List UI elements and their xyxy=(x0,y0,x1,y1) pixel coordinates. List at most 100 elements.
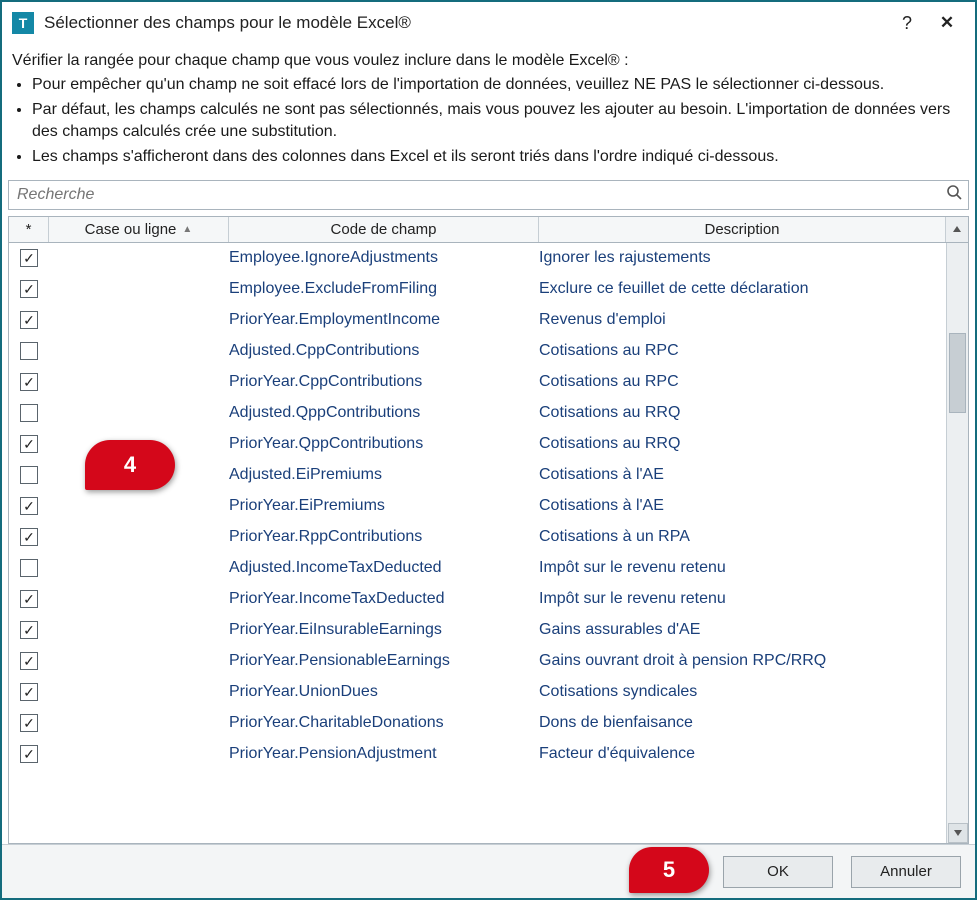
table-row[interactable]: ✓ Employee.ExcludeFromFilingExclure ce fe… xyxy=(9,274,946,305)
button-bar: OK Annuler xyxy=(2,844,975,898)
instructions-list: Pour empêcher qu'un champ ne soit effacé… xyxy=(32,74,965,168)
header-box-or-line[interactable]: Case ou ligne xyxy=(49,217,229,242)
row-checkbox-cell[interactable]: ✓ xyxy=(9,590,49,608)
row-checkbox-cell[interactable]: ✓ xyxy=(9,435,49,453)
row-checkbox[interactable]: ✓ xyxy=(20,590,38,608)
row-checkbox[interactable]: ✓ xyxy=(20,497,38,515)
help-button[interactable]: ? xyxy=(887,7,927,39)
table-row[interactable]: Adjusted.IncomeTaxDeductedImpôt sur le r… xyxy=(9,553,946,584)
row-checkbox[interactable]: ✓ xyxy=(20,528,38,546)
row-description: Impôt sur le revenu retenu xyxy=(539,559,946,577)
row-checkbox-cell[interactable]: ✓ xyxy=(9,714,49,732)
table-row[interactable]: ✓ PriorYear.UnionDuesCotisations syndical… xyxy=(9,677,946,708)
callout-4: 4 xyxy=(85,440,175,490)
scrollbar-thumb[interactable] xyxy=(949,333,966,413)
row-description: Exclure ce feuillet de cette déclaration xyxy=(539,280,946,298)
search-box[interactable] xyxy=(8,180,969,210)
row-checkbox-cell[interactable] xyxy=(9,342,49,360)
row-checkbox[interactable]: ✓ xyxy=(20,652,38,670)
header-field-code[interactable]: Code de champ xyxy=(229,217,539,242)
table-row[interactable]: ✓ PriorYear.PensionAdjustmentFacteur d'éq… xyxy=(9,739,946,770)
table-row[interactable]: ✓PriorYear.IncomeTaxDeductedImpôt sur le… xyxy=(9,584,946,615)
grid-rows: ✓Employee.IgnoreAdjustmentsIgnorer les r… xyxy=(9,243,946,843)
row-checkbox[interactable]: ✓ xyxy=(20,714,38,732)
row-checkbox[interactable]: ✓ xyxy=(20,683,38,701)
row-description: Revenus d'emploi xyxy=(539,311,946,329)
grid-header: * Case ou ligne Code de champ Descriptio… xyxy=(9,217,968,243)
row-field-code: Adjusted.CppContributions xyxy=(229,342,539,360)
instructions-bullet: Les champs s'afficheront dans des colonn… xyxy=(32,146,965,168)
instructions-lead: Vérifier la rangée pour chaque champ que… xyxy=(12,50,965,72)
app-icon: T xyxy=(12,12,34,34)
row-field-code: PriorYear.CharitableDonations xyxy=(229,714,539,732)
row-checkbox-cell[interactable]: ✓ xyxy=(9,683,49,701)
table-row[interactable]: ✓ PriorYear.CharitableDonationsDons de bi… xyxy=(9,708,946,739)
row-description: Cotisations au RPC xyxy=(539,373,946,391)
row-checkbox-cell[interactable]: ✓ xyxy=(9,621,49,639)
row-checkbox[interactable]: ✓ xyxy=(20,373,38,391)
table-row[interactable]: ✓PriorYear.EiPremiumsCotisations à l'AE xyxy=(9,491,946,522)
scroll-down-button[interactable] xyxy=(948,823,968,843)
row-checkbox[interactable]: ✓ xyxy=(20,621,38,639)
search-icon[interactable] xyxy=(946,184,962,205)
row-checkbox[interactable] xyxy=(20,404,38,422)
row-description: Dons de bienfaisance xyxy=(539,714,946,732)
row-field-code: PriorYear.EmploymentIncome xyxy=(229,311,539,329)
row-checkbox-cell[interactable]: ✓ xyxy=(9,497,49,515)
row-checkbox-cell[interactable]: ✓ xyxy=(9,311,49,329)
row-description: Facteur d'équivalence xyxy=(539,745,946,763)
row-checkbox[interactable]: ✓ xyxy=(20,249,38,267)
table-row[interactable]: ✓PriorYear.CppContributionsCotisations a… xyxy=(9,367,946,398)
row-checkbox-cell[interactable]: ✓ xyxy=(9,280,49,298)
table-row[interactable]: ✓PriorYear.EiInsurableEarningsGains assu… xyxy=(9,615,946,646)
row-description: Gains assurables d'AE xyxy=(539,621,946,639)
row-checkbox[interactable]: ✓ xyxy=(20,745,38,763)
search-input[interactable] xyxy=(15,181,946,209)
row-checkbox[interactable]: ✓ xyxy=(20,435,38,453)
row-description: Gains ouvrant droit à pension RPC/RRQ xyxy=(539,652,946,670)
row-checkbox-cell[interactable]: ✓ xyxy=(9,373,49,391)
row-description: Cotisations à un RPA xyxy=(539,528,946,546)
row-field-code: Adjusted.EiPremiums xyxy=(229,466,539,484)
table-row[interactable]: ✓ PriorYear.EmploymentIncomeRevenus d'emp… xyxy=(9,305,946,336)
row-description: Cotisations à l'AE xyxy=(539,497,946,515)
row-field-code: PriorYear.QppContributions xyxy=(229,435,539,453)
row-field-code: PriorYear.PensionAdjustment xyxy=(229,745,539,763)
row-checkbox-cell[interactable] xyxy=(9,466,49,484)
table-row[interactable]: Adjusted.CppContributionsCotisations au … xyxy=(9,336,946,367)
row-description: Cotisations syndicales xyxy=(539,683,946,701)
row-checkbox-cell[interactable]: ✓ xyxy=(9,652,49,670)
table-row[interactable]: ✓Employee.IgnoreAdjustmentsIgnorer les r… xyxy=(9,243,946,274)
row-checkbox[interactable] xyxy=(20,559,38,577)
table-row[interactable]: Adjusted.QppContributionsCotisations au … xyxy=(9,398,946,429)
scroll-up-header[interactable] xyxy=(946,217,968,242)
row-checkbox-cell[interactable] xyxy=(9,404,49,422)
row-checkbox[interactable]: ✓ xyxy=(20,311,38,329)
row-field-code: PriorYear.UnionDues xyxy=(229,683,539,701)
row-field-code: PriorYear.PensionableEarnings xyxy=(229,652,539,670)
ok-button[interactable]: OK xyxy=(723,856,833,888)
table-row[interactable]: ✓ PriorYear.PensionableEarningsGains ouvr… xyxy=(9,646,946,677)
search-wrap xyxy=(2,180,975,210)
row-field-code: Employee.ExcludeFromFiling xyxy=(229,280,539,298)
row-checkbox-cell[interactable] xyxy=(9,559,49,577)
header-description[interactable]: Description xyxy=(539,217,946,242)
titlebar: T Sélectionner des champs pour le modèle… xyxy=(2,2,975,44)
table-row[interactable]: ✓PriorYear.RppContributionsCotisations à… xyxy=(9,522,946,553)
row-checkbox[interactable] xyxy=(20,466,38,484)
row-checkbox[interactable]: ✓ xyxy=(20,280,38,298)
row-field-code: Employee.IgnoreAdjustments xyxy=(229,249,539,267)
scrollbar-track[interactable] xyxy=(947,243,968,823)
callout-5: 5 xyxy=(629,847,709,893)
close-button[interactable]: ✕ xyxy=(927,7,967,39)
header-star[interactable]: * xyxy=(9,217,49,242)
vertical-scrollbar[interactable] xyxy=(946,243,968,843)
row-checkbox-cell[interactable]: ✓ xyxy=(9,745,49,763)
cancel-button[interactable]: Annuler xyxy=(851,856,961,888)
row-checkbox[interactable] xyxy=(20,342,38,360)
dialog-window: T Sélectionner des champs pour le modèle… xyxy=(0,0,977,900)
instructions: Vérifier la rangée pour chaque champ que… xyxy=(2,44,975,180)
instructions-bullet: Par défaut, les champs calculés ne sont … xyxy=(32,99,965,144)
row-checkbox-cell[interactable]: ✓ xyxy=(9,249,49,267)
row-checkbox-cell[interactable]: ✓ xyxy=(9,528,49,546)
